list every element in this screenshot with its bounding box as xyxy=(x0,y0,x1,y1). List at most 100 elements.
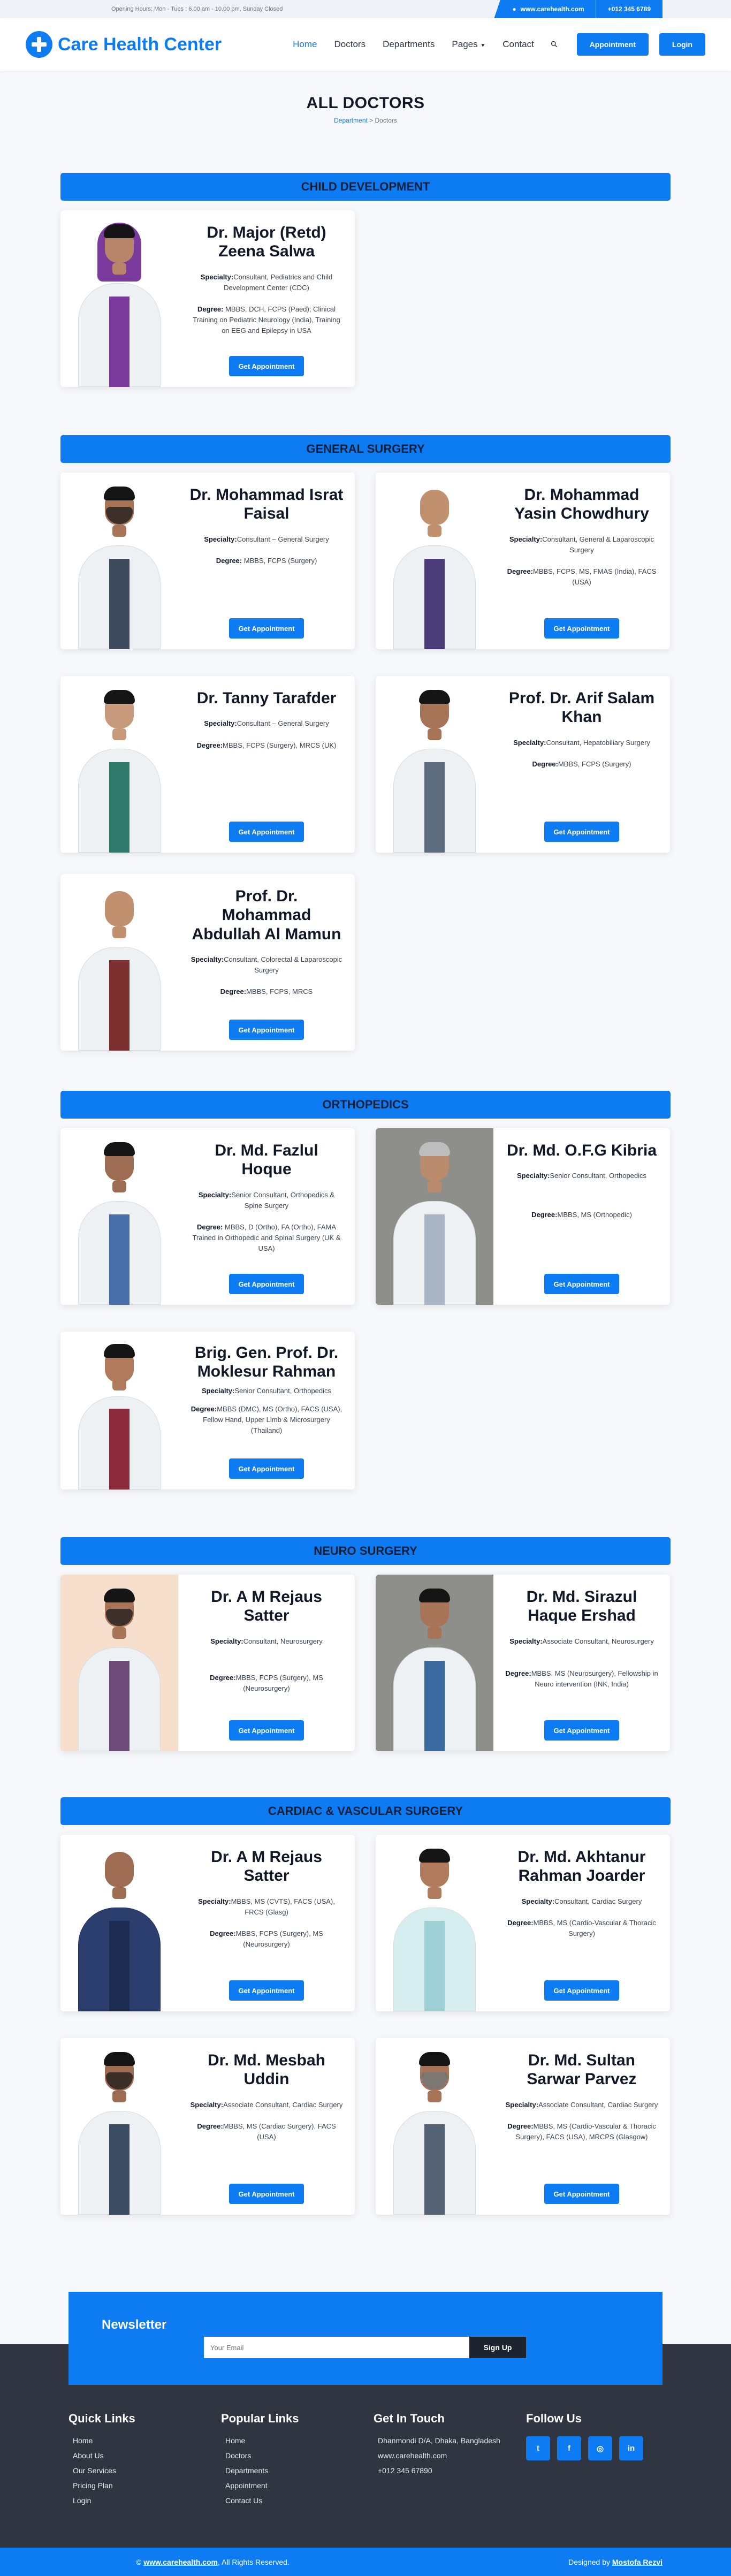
specialty-value: Consultant, Hepatobiliary Surgery xyxy=(546,738,650,747)
nav-pages[interactable]: Pages ▼ xyxy=(452,39,485,50)
copyright-site-link[interactable]: www.carehealth.com xyxy=(143,2558,218,2566)
doctor-card: Dr. Md. Mesbah Uddin Specialty:Associate… xyxy=(60,2038,355,2215)
footer-link[interactable]: About Us xyxy=(68,2451,135,2460)
copyright-text: © www.carehealth.com, All Rights Reserve… xyxy=(136,2558,290,2566)
breadcrumb-department[interactable]: Department xyxy=(334,117,368,124)
get-appointment-button[interactable]: Get Appointment xyxy=(544,1720,620,1741)
facebook-icon[interactable]: f xyxy=(557,2436,581,2460)
get-appointment-button[interactable]: Get Appointment xyxy=(229,1720,304,1741)
linkedin-icon[interactable]: in xyxy=(619,2436,643,2460)
doctor-name: Dr. Md. Sirazul Haque Ershad xyxy=(526,1588,637,1625)
department-header: GENERAL SURGERY xyxy=(60,435,671,463)
get-appointment-button[interactable]: Get Appointment xyxy=(544,1980,620,2001)
specialty-label: Specialty: xyxy=(204,535,237,543)
footer-link[interactable]: Departments xyxy=(221,2466,299,2475)
newsletter-email-input[interactable] xyxy=(204,2337,469,2358)
website-pill[interactable]: ● www.carehealth.com xyxy=(494,0,596,18)
specialty-value: Consultant – General Surgery xyxy=(237,535,329,543)
degree-label: Degree: xyxy=(191,1404,217,1413)
get-appointment-button[interactable]: Get Appointment xyxy=(229,356,304,376)
footer-link[interactable]: Contact Us xyxy=(221,2496,299,2505)
get-appointment-button[interactable]: Get Appointment xyxy=(229,1020,304,1040)
specialty-label: Specialty: xyxy=(204,719,237,728)
doctor-photo xyxy=(376,473,493,649)
doctor-degree: Degree:MBBS, FCPS (Surgery), MS (Neurosu… xyxy=(189,1673,344,1694)
get-appointment-button[interactable]: Get Appointment xyxy=(229,1274,304,1294)
get-appointment-button[interactable]: Get Appointment xyxy=(544,618,620,639)
get-appointment-button[interactable]: Get Appointment xyxy=(544,2184,620,2204)
footer-link[interactable]: Pricing Plan xyxy=(68,2481,135,2490)
header-buttons: Appointment Login xyxy=(576,33,705,56)
designer-link[interactable]: Mostofa Rezvi xyxy=(612,2558,663,2566)
doctor-card: Dr. Md. Sultan Sarwar Parvez Specialty:A… xyxy=(376,2038,670,2215)
doctor-photo xyxy=(376,1128,493,1305)
phone-pill[interactable]: +012 345 6789 xyxy=(596,0,663,18)
doctor-photo xyxy=(60,210,178,387)
degree-value: MBBS, FCPS (Surgery) xyxy=(558,759,631,768)
get-appointment-button[interactable]: Get Appointment xyxy=(229,1458,304,1479)
search-icon[interactable]: ⚲ xyxy=(548,39,560,50)
doctor-specialty: Specialty:Consultant, Cardiac Surgery xyxy=(522,1896,642,1907)
nav-contact[interactable]: Contact xyxy=(502,39,534,50)
degree-value: MBBS, FCPS (Surgery), MS (Neurosurgery) xyxy=(235,1929,323,1949)
footer-link[interactable]: Our Services xyxy=(68,2466,135,2475)
footer-website[interactable]: www.carehealth.com xyxy=(374,2451,500,2460)
degree-label: Degree: xyxy=(505,1669,531,1677)
instagram-icon[interactable]: ◎ xyxy=(588,2436,612,2460)
footer-link[interactable]: Home xyxy=(221,2436,299,2445)
degree-label: Degree: xyxy=(531,1210,558,1219)
department-header: CHILD DEVELOPMENT xyxy=(60,173,671,201)
footer-phone[interactable]: +012 345 67890 xyxy=(374,2466,500,2475)
get-appointment-button[interactable]: Get Appointment xyxy=(229,2184,304,2204)
newsletter-title: Newsletter xyxy=(102,2317,167,2332)
degree-value: MBBS, FCPS, MRCS xyxy=(246,987,313,996)
doctor-card: Dr. Mohammad Israt Faisal Specialty:Cons… xyxy=(60,473,355,649)
caret-down-icon: ▼ xyxy=(480,43,486,49)
doctor-specialty: Specialty:Consultant, Pediatrics and Chi… xyxy=(189,272,344,293)
doctor-name: Dr. Md. Akhtanur Rahman Joarder xyxy=(517,1848,646,1885)
main-nav: Home Doctors Departments Pages ▼ Contact… xyxy=(293,39,560,50)
get-appointment-button[interactable]: Get Appointment xyxy=(229,822,304,842)
degree-label: Degree: xyxy=(197,305,224,314)
sign-up-button[interactable]: Sign Up xyxy=(469,2337,526,2358)
brand-name: Care Health Center xyxy=(58,34,222,55)
doctor-degree: Degree: MBBS, FCPS (Surgery) xyxy=(216,556,317,566)
footer-link[interactable]: Appointment xyxy=(221,2481,299,2490)
department-header: ORTHOPEDICS xyxy=(60,1091,671,1119)
specialty-value: Senior Consultant, Orthopedics & Spine S… xyxy=(231,1190,335,1210)
get-appointment-button[interactable]: Get Appointment xyxy=(544,1274,620,1294)
get-appointment-button[interactable]: Get Appointment xyxy=(229,618,304,639)
doctor-name: Dr. Major (Retd) Zeena Salwa xyxy=(207,224,326,261)
footer-link[interactable]: Login xyxy=(68,2496,135,2505)
degree-value: MBBS, FCPS (Surgery), MRCS (UK) xyxy=(223,741,337,749)
specialty-value: Consultant, Pediatrics and Child Develop… xyxy=(224,272,333,292)
nav-home[interactable]: Home xyxy=(293,39,317,50)
quick-links-title: Quick Links xyxy=(68,2412,135,2425)
get-appointment-button[interactable]: Get Appointment xyxy=(229,1980,304,2001)
doctor-card: Dr. A M Rejaus Satter Specialty:Consulta… xyxy=(60,1575,355,1751)
doctor-specialty: Specialty:Consultant, Hepatobiliary Surg… xyxy=(513,738,650,748)
appointment-button[interactable]: Appointment xyxy=(576,33,649,56)
nav-doctors[interactable]: Doctors xyxy=(334,39,366,50)
breadcrumb: Department > Doctors xyxy=(0,117,731,124)
login-button[interactable]: Login xyxy=(659,33,705,56)
doctor-card: Dr. Md. Fazlul Hoque Specialty:Senior Co… xyxy=(60,1128,355,1305)
doctor-card: Brig. Gen. Prof. Dr. Moklesur Rahman Spe… xyxy=(60,1332,355,1490)
footer-link[interactable]: Doctors xyxy=(221,2451,299,2460)
degree-label: Degree: xyxy=(507,1918,534,1927)
page-title: ALL DOCTORS xyxy=(306,94,425,112)
designer-credit: Designed by Mostofa Rezvi xyxy=(568,2558,663,2566)
doctor-name: Dr. Mohammad Israt Faisal xyxy=(189,486,344,523)
doctor-card: Dr. Tanny Tarafder Specialty:Consultant … xyxy=(60,676,355,853)
degree-label: Degree: xyxy=(216,556,242,565)
footer-link[interactable]: Home xyxy=(68,2436,135,2445)
doctor-degree: Degree:MBBS, FCPS (Surgery), MRCS (UK) xyxy=(197,740,337,751)
twitter-icon[interactable]: t xyxy=(526,2436,550,2460)
brand-logo[interactable]: Care Health Center xyxy=(26,31,222,58)
degree-label: Degree: xyxy=(196,741,223,749)
get-in-touch-title: Get In Touch xyxy=(374,2412,445,2425)
doctor-degree: Degree:MBBS, MS (Cardio-Vascular & Thora… xyxy=(504,1918,659,1939)
doctor-name: Prof. Dr. Arif Salam Khan xyxy=(508,689,655,726)
get-appointment-button[interactable]: Get Appointment xyxy=(544,822,620,842)
nav-departments[interactable]: Departments xyxy=(383,39,435,50)
